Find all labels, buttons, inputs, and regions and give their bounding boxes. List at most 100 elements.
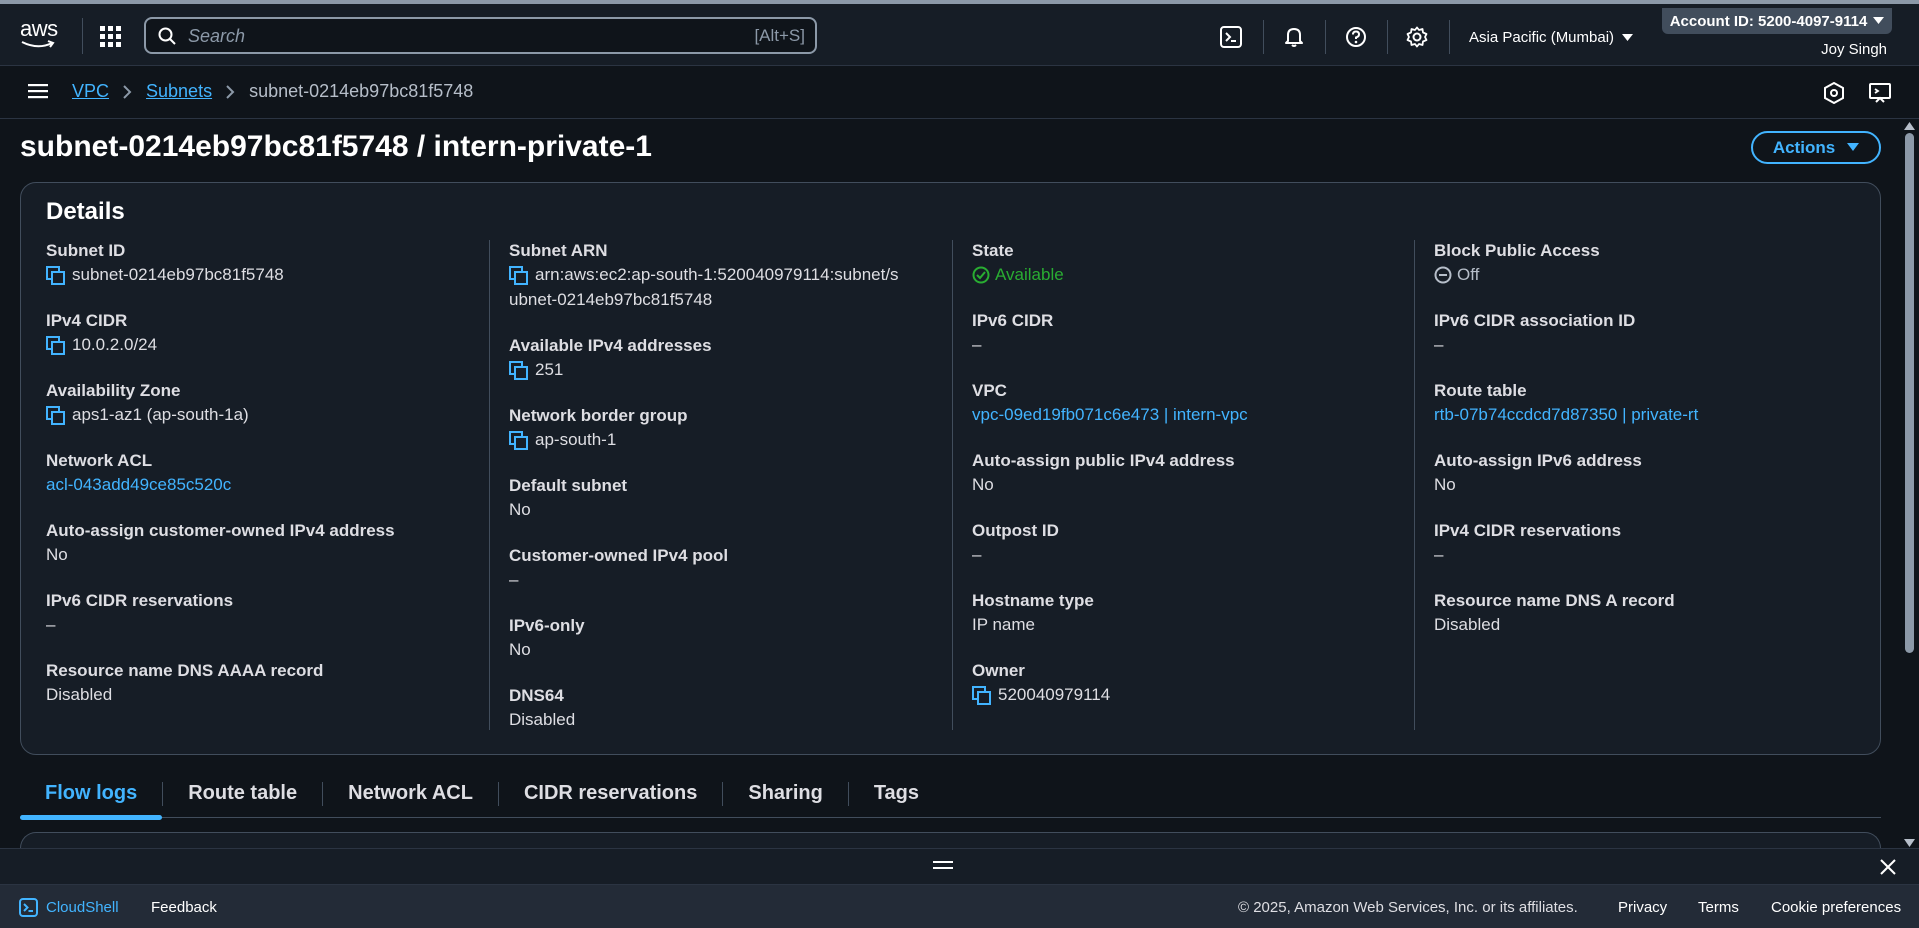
field-dns-a-record: Resource name DNS A record Disabled xyxy=(1434,590,1864,637)
notifications-hexagon-icon[interactable] xyxy=(1824,82,1844,104)
search-shortcut: [Alt+S] xyxy=(754,26,805,45)
tutorial-panel-icon[interactable] xyxy=(1869,82,1891,104)
footer: CloudShell Feedback © 2025, Amazon Web S… xyxy=(0,884,1919,928)
page-title: subnet-0214eb97bc81f5748 / intern-privat… xyxy=(20,130,652,163)
tab-network-acl[interactable]: Network ACL xyxy=(323,770,498,818)
account-id: Account ID: 5200-4097-9114 xyxy=(1669,12,1868,30)
field-label: Subnet ID xyxy=(46,241,126,260)
column-divider xyxy=(1414,240,1415,730)
tab-flow-logs[interactable]: Flow logs xyxy=(20,770,163,820)
field-network-acl: Network ACL acl-043add49ce85c520c xyxy=(46,450,476,497)
cookie-preferences-link[interactable]: Cookie preferences xyxy=(1771,899,1901,916)
chevron-right-icon xyxy=(123,84,132,99)
feedback-link[interactable]: Feedback xyxy=(151,899,217,916)
cloudshell-icon[interactable] xyxy=(1220,26,1244,50)
details-panel: Details Subnet ID subnet-0214eb97bc81f57… xyxy=(20,182,1881,755)
privacy-link[interactable]: Privacy xyxy=(1618,899,1667,916)
field-dns64: DNS64 Disabled xyxy=(509,685,939,732)
divider xyxy=(1263,20,1264,54)
breadcrumb-subnets[interactable]: Subnets xyxy=(146,81,212,102)
field-value: No xyxy=(509,640,531,659)
aws-logo[interactable]: aws xyxy=(20,18,60,52)
field-value-continued: ubnet-0214eb97bc81f5748 xyxy=(509,290,713,309)
caret-down-icon xyxy=(1847,143,1860,151)
copy-icon[interactable] xyxy=(972,686,992,706)
field-label: Auto-assign customer-owned IPv4 address xyxy=(46,521,395,540)
field-available-ipv4: Available IPv4 addresses 251 xyxy=(509,335,939,382)
field-label: Outpost ID xyxy=(972,521,1059,540)
field-auto-assign-public-ipv4: Auto-assign public IPv4 address No xyxy=(972,450,1402,497)
page-scrollbar[interactable] xyxy=(1900,119,1919,852)
resize-handle-icon[interactable] xyxy=(932,859,954,871)
field-label: Auto-assign IPv6 address xyxy=(1434,451,1642,470)
field-label: Customer-owned IPv4 pool xyxy=(509,546,729,565)
scroll-down-arrow-icon[interactable] xyxy=(1904,839,1915,847)
tab-tags[interactable]: Tags xyxy=(849,770,944,818)
network-acl-link[interactable]: acl-043add49ce85c520c xyxy=(46,472,231,497)
field-value: Disabled xyxy=(1434,615,1501,634)
user-name[interactable]: Joy Singh xyxy=(1821,41,1887,58)
region-label: Asia Pacific (Mumbai) xyxy=(1469,29,1615,46)
cloudshell-button[interactable]: CloudShell xyxy=(19,898,119,917)
actions-button[interactable]: Actions xyxy=(1751,131,1881,164)
settings-gear-icon[interactable] xyxy=(1406,26,1430,50)
status-badge: Available xyxy=(972,262,1064,287)
tab-route-table[interactable]: Route table xyxy=(163,770,322,818)
breadcrumb-current: subnet-0214eb97bc81f5748 xyxy=(249,81,474,101)
vpc-link[interactable]: vpc-09ed19fb071c6e473 | intern-vpc xyxy=(972,402,1248,427)
field-state: State Available xyxy=(972,240,1402,287)
field-value: Off xyxy=(1457,265,1480,284)
search-input[interactable] xyxy=(188,23,668,49)
field-network-border-group: Network border group ap-south-1 xyxy=(509,405,939,452)
field-label: Resource name DNS A record xyxy=(1434,591,1675,610)
field-label: Auto-assign public IPv4 address xyxy=(972,451,1235,470)
field-value: ap-south-1 xyxy=(535,430,617,449)
field-value: 251 xyxy=(535,360,564,379)
details-heading: Details xyxy=(46,198,125,225)
region-selector[interactable]: Asia Pacific (Mumbai) xyxy=(1469,29,1634,46)
divider xyxy=(1449,20,1450,54)
field-label: Subnet ARN xyxy=(509,241,608,260)
side-nav-menu-icon[interactable] xyxy=(28,83,48,99)
copy-icon[interactable] xyxy=(509,361,529,381)
copy-icon[interactable] xyxy=(46,266,66,286)
field-block-public-access: Block Public Access Off xyxy=(1434,240,1864,287)
field-value: IP name xyxy=(972,615,1036,634)
field-value: arn:aws:ec2:ap-south-1:520040979114:subn… xyxy=(535,265,899,284)
field-value: subnet-0214eb97bc81f5748 xyxy=(72,265,284,284)
terms-link[interactable]: Terms xyxy=(1698,899,1739,916)
field-value: – xyxy=(46,615,56,634)
top-navigation: aws [Alt+S] xyxy=(0,0,1919,66)
field-label: Block Public Access xyxy=(1434,241,1600,260)
copy-icon[interactable] xyxy=(509,431,529,451)
account-menu[interactable]: Account ID: 5200-4097-9114 xyxy=(1662,8,1892,34)
search-bar[interactable]: [Alt+S] xyxy=(144,17,817,54)
copy-icon[interactable] xyxy=(46,406,66,426)
aws-smile-icon xyxy=(21,40,55,48)
field-subnet-arn: Subnet ARN arn:aws:ec2:ap-south-1:520040… xyxy=(509,240,939,312)
field-route-table: Route table rtb-07b74ccdcd7d87350 | priv… xyxy=(1434,380,1864,427)
scroll-up-arrow-icon[interactable] xyxy=(1904,122,1915,130)
services-grid-icon[interactable] xyxy=(100,26,122,48)
field-ipv6-cidr: IPv6 CIDR – xyxy=(972,310,1402,357)
copy-icon[interactable] xyxy=(46,336,66,356)
field-vpc: VPC vpc-09ed19fb071c6e473 | intern-vpc xyxy=(972,380,1402,427)
breadcrumb-bar: VPC Subnets subnet-0214eb97bc81f5748 xyxy=(0,66,1919,119)
notifications-bell-icon[interactable] xyxy=(1283,26,1307,50)
tab-sharing[interactable]: Sharing xyxy=(723,770,847,818)
tab-cidr-reservations[interactable]: CIDR reservations xyxy=(499,770,722,818)
help-icon[interactable] xyxy=(1345,26,1369,50)
field-ipv6-only: IPv6-only No xyxy=(509,615,939,662)
breadcrumb-vpc[interactable]: VPC xyxy=(72,81,109,102)
scroll-thumb[interactable] xyxy=(1905,133,1914,653)
field-value: – xyxy=(972,545,982,564)
field-label: Resource name DNS AAAA record xyxy=(46,661,324,680)
field-label: IPv6 CIDR xyxy=(972,311,1054,330)
route-table-link[interactable]: rtb-07b74ccdcd7d87350 | private-rt xyxy=(1434,402,1698,427)
close-icon[interactable] xyxy=(1879,858,1897,876)
field-ipv4-cidr: IPv4 CIDR 10.0.2.0/24 xyxy=(46,310,476,357)
copy-icon[interactable] xyxy=(509,266,529,286)
field-hostname-type: Hostname type IP name xyxy=(972,590,1402,637)
field-label: IPv4 CIDR xyxy=(46,311,128,330)
field-value: – xyxy=(1434,335,1444,354)
